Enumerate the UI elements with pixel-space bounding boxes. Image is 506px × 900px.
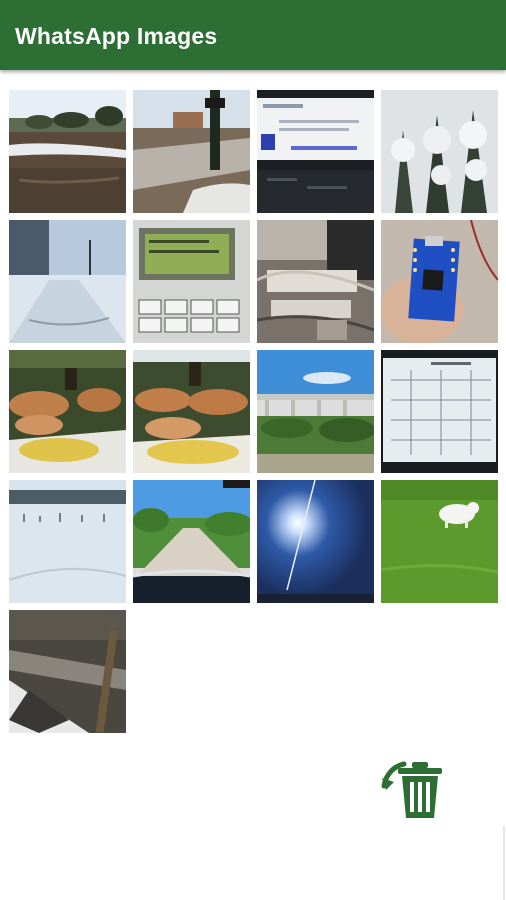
image-thumbnail-dogs-lying-in-shade-1[interactable] [9, 350, 126, 473]
image-thumbnail-dog-on-grass[interactable] [381, 480, 498, 603]
image-thumbnail-country-road[interactable] [133, 480, 250, 603]
image-thumbnail-snowy-park-path[interactable] [9, 90, 126, 213]
image-thumbnail-snow-covered-trees[interactable] [381, 90, 498, 213]
image-thumbnail-sun-in-sky[interactable] [257, 480, 374, 603]
image-thumbnail-snowy-street[interactable] [9, 220, 126, 343]
image-thumbnail-bridge-landscape[interactable] [257, 350, 374, 473]
image-thumbnail-ditch-with-snow[interactable] [9, 610, 126, 733]
image-thumbnail-dogs-lying-in-shade-2[interactable] [133, 350, 250, 473]
image-thumbnail-snowy-road-pole[interactable] [133, 90, 250, 213]
scroll-edge [503, 826, 505, 900]
trash-icon [381, 761, 442, 818]
image-grid [9, 90, 499, 733]
app-bar: WhatsApp Images [0, 0, 506, 70]
image-thumbnail-lcd-device-keypad[interactable] [133, 220, 250, 343]
image-thumbnail-wiring-electronics[interactable] [257, 220, 374, 343]
image-thumbnail-arduino-nano-board[interactable] [381, 220, 498, 343]
page-title: WhatsApp Images [15, 23, 218, 49]
app-screen: WhatsApp Images [0, 0, 506, 900]
image-thumbnail-snow-field[interactable] [9, 480, 126, 603]
delete-button[interactable] [380, 756, 446, 822]
image-thumbnail-computer-screen[interactable] [257, 90, 374, 213]
image-thumbnail-data-sheet-paper[interactable] [381, 350, 498, 473]
